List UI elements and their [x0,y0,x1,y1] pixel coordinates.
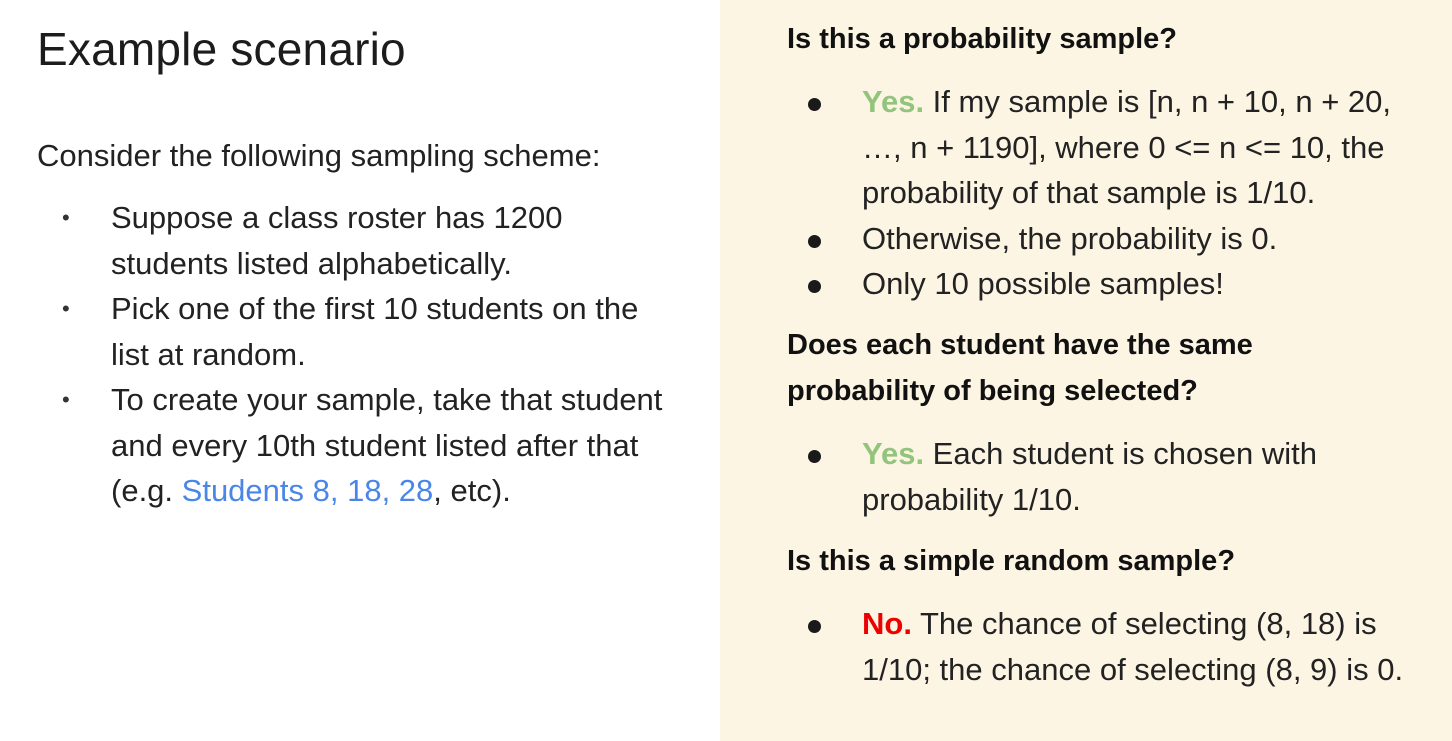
bullet-icon: • [62,387,70,412]
bullet-icon [808,280,821,293]
bullet-icon [808,620,821,633]
list-item-text: Otherwise, the probability is 0. [862,220,1278,256]
list-item: Yes. If my sample is [n, n + 10, n + 20,… [720,79,1422,216]
list-item-text: Pick one of the first 10 students on the… [111,291,639,372]
list-item: No. The chance of selecting (8, 18) is 1… [720,601,1422,692]
slide-title: Example scenario [37,23,406,75]
list-item: Otherwise, the probability is 0. [720,216,1422,262]
list-item-text: Only 10 possible samples! [862,266,1224,301]
list-item-text-after: , etc). [433,473,511,508]
intro-text: Consider the following sampling scheme: [37,138,601,173]
list-item-text: Suppose a class roster has 1200 students… [111,200,563,281]
bullet-icon: • [62,205,70,230]
heading-simple-random-sample: Is this a simple random sample? [787,545,1236,577]
bullet-icon [808,98,821,111]
list-item: • To create your sample, take that stude… [0,377,671,514]
list-item-text: If my sample is [n, n + 10, n + 20, …, n… [862,84,1392,210]
simple-random-sample-list: No. The chance of selecting (8, 18) is 1… [720,601,1440,692]
bullet-icon [808,234,821,248]
list-item: Only 10 possible samples! [720,261,1422,307]
heading-same-probability: Does each student have the same probabil… [787,329,1253,407]
answer-yes: Yes. [862,84,925,119]
same-probability-list: Yes. Each student is chosen with probabi… [720,431,1440,522]
heading-probability-sample: Is this a probability sample? [787,23,1177,55]
list-item: • Pick one of the first 10 students on t… [0,286,671,377]
scheme-list: • Suppose a class roster has 1200 studen… [0,195,680,514]
list-item-text: The chance of selecting (8, 18) is 1/10;… [862,606,1404,687]
left-panel: Example scenario Consider the following … [0,0,720,741]
list-item-text: Each student is chosen with probability … [862,436,1317,517]
list-item: • Suppose a class roster has 1200 studen… [0,195,671,286]
bullet-icon: • [62,296,70,321]
answer-yes: Yes. [862,436,925,471]
probability-sample-list: Yes. If my sample is [n, n + 10, n + 20,… [720,79,1440,307]
bullet-icon [808,450,821,463]
students-link[interactable]: Students 8, 18, 28 [182,473,434,508]
answers-panel: Is this a probability sample? Yes. If my… [720,0,1452,741]
answer-no: No. [862,606,912,641]
list-item: Yes. Each student is chosen with probabi… [720,431,1422,522]
